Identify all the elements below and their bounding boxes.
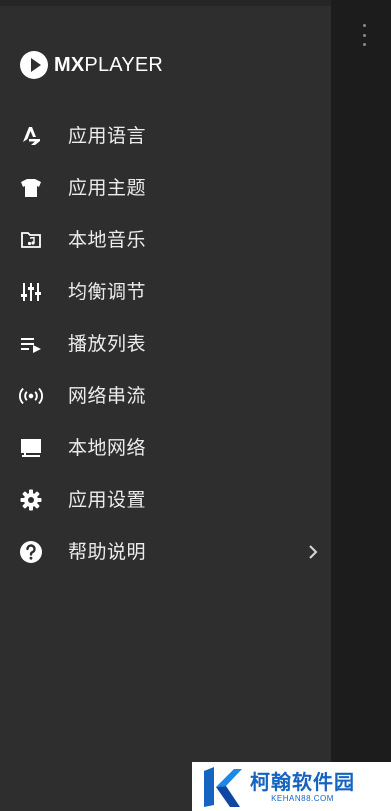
watermark-title: 柯翰软件园 <box>250 769 355 794</box>
watermark-text: 柯翰软件园 KEHAN88.COM <box>250 770 355 804</box>
logo-player-text: PLAYER <box>84 54 164 76</box>
computer-icon <box>18 436 44 460</box>
app-screen: MXPLAYER 应用语言 应用主题 本地音乐 均衡调节 播放列表 网络串流 本… <box>0 0 391 811</box>
menu-item-app-theme[interactable]: 应用主题 <box>0 162 331 214</box>
mx-player-logo: MXPLAYER <box>20 50 163 80</box>
tshirt-icon <box>18 176 44 200</box>
kehan-k-logo-icon <box>204 766 242 807</box>
gear-icon <box>18 488 44 512</box>
chevron-right-icon <box>309 545 318 559</box>
menu-label: 本地音乐 <box>68 229 147 251</box>
menu-item-network-stream[interactable]: 网络串流 <box>0 370 331 422</box>
menu-item-local-network[interactable]: 本地网络 <box>0 422 331 474</box>
menu-label: 均衡调节 <box>68 281 147 303</box>
menu-item-help[interactable]: 帮助说明 <box>0 526 331 578</box>
navigation-drawer: MXPLAYER 应用语言 应用主题 本地音乐 均衡调节 播放列表 网络串流 本… <box>0 0 331 811</box>
menu-label: 应用语言 <box>68 125 147 147</box>
help-icon <box>18 540 44 564</box>
menu-item-app-settings[interactable]: 应用设置 <box>0 474 331 526</box>
menu-label: 应用设置 <box>68 489 147 511</box>
more-options-icon[interactable] <box>356 24 372 46</box>
menu-item-equalizer[interactable]: 均衡调节 <box>0 266 331 318</box>
menu-label: 应用主题 <box>68 177 147 199</box>
logo-wordmark: MXPLAYER <box>54 50 163 80</box>
menu-label: 本地网络 <box>68 437 147 459</box>
stream-icon <box>18 384 44 408</box>
menu-item-local-music[interactable]: 本地音乐 <box>0 214 331 266</box>
menu-label: 网络串流 <box>68 385 147 407</box>
watermark-logo: 柯翰软件园 KEHAN88.COM <box>192 762 391 811</box>
watermark-url: KEHAN88.COM <box>271 793 334 803</box>
content-behind-drawer[interactable] <box>331 0 391 811</box>
menu-label: 帮助说明 <box>68 541 147 563</box>
menu-item-app-language[interactable]: 应用语言 <box>0 110 331 162</box>
playlist-icon <box>18 332 44 356</box>
menu-label: 播放列表 <box>68 333 147 355</box>
drawer-menu: 应用语言 应用主题 本地音乐 均衡调节 播放列表 网络串流 本地网络 应用设置 … <box>0 110 331 578</box>
menu-item-playlist[interactable]: 播放列表 <box>0 318 331 370</box>
language-icon <box>18 124 44 148</box>
status-strip <box>0 0 331 6</box>
equalizer-icon <box>18 280 44 304</box>
play-logo-icon <box>20 51 48 79</box>
logo-mx-text: MX <box>54 54 85 76</box>
music-folder-icon <box>18 228 44 252</box>
